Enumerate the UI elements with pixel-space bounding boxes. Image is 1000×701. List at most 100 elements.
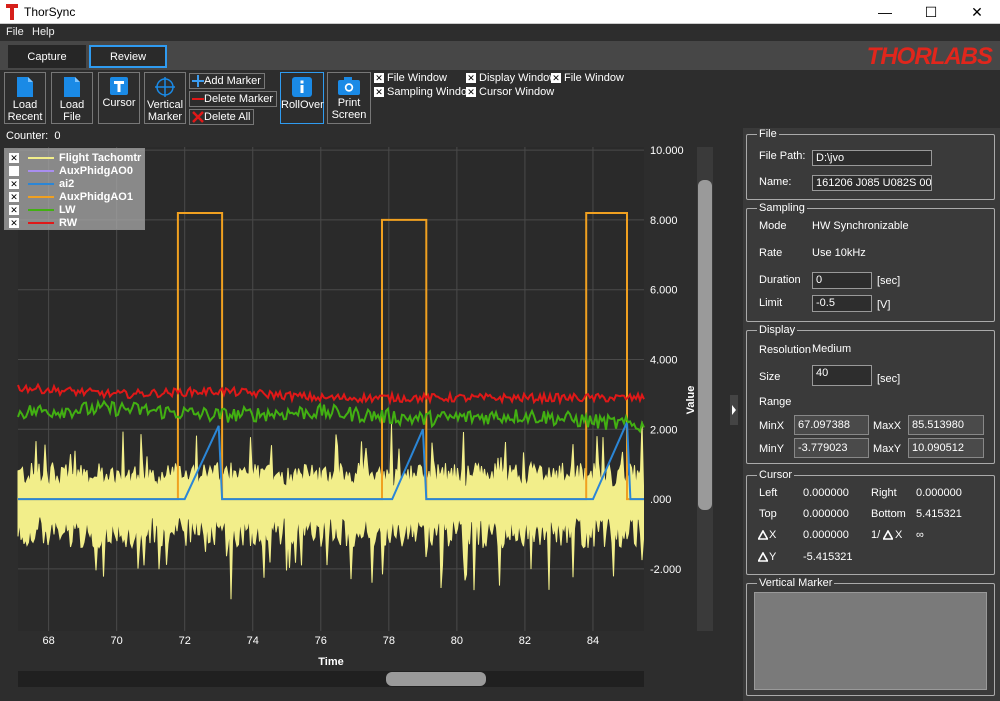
checkbox-checked-icon: ✕ bbox=[374, 73, 384, 83]
legend-item[interactable]: ✕ Flight Tachomtr bbox=[9, 151, 141, 164]
delta-icon bbox=[758, 552, 768, 562]
rollover-button[interactable]: RollOver bbox=[280, 72, 324, 124]
document-icon bbox=[64, 77, 80, 97]
tab-capture[interactable]: Capture bbox=[8, 45, 86, 68]
load-file-button[interactable]: Load File bbox=[51, 72, 93, 124]
minimize-button[interactable]: — bbox=[862, 0, 908, 24]
crosshair-icon bbox=[155, 77, 175, 97]
cursor-right-value: 0.000000 bbox=[916, 487, 962, 499]
delta-icon bbox=[758, 530, 768, 540]
y-tick-label: 8.000 bbox=[650, 215, 678, 227]
file-path-field[interactable]: D:\jvo bbox=[812, 150, 932, 166]
checkbox-checked-icon: ✕ bbox=[374, 87, 384, 97]
cursor-window-checkbox[interactable]: ✕ Cursor Window bbox=[466, 86, 554, 98]
brand-logo: THORLABS bbox=[866, 43, 993, 70]
load-recent-button[interactable]: Load Recent bbox=[4, 72, 46, 124]
x-axis-label: Time bbox=[318, 656, 343, 668]
display-group: Display Resolution Medium Size 40 [sec] … bbox=[746, 324, 995, 464]
minx-field[interactable]: 67.097388 bbox=[794, 415, 869, 435]
y-tick-label: .000 bbox=[650, 494, 671, 506]
y-tick-label: 10.000 bbox=[650, 145, 684, 157]
cursor-button[interactable]: Cursor bbox=[98, 72, 140, 124]
title-bar: ThorSync — ☐ ✕ bbox=[0, 0, 1000, 24]
sampling-group: Sampling Mode HW Synchronizable Rate Use… bbox=[746, 202, 995, 322]
checkbox-checked-icon[interactable]: ✕ bbox=[9, 152, 19, 163]
legend-item[interactable]: ✕ RW bbox=[9, 216, 77, 229]
tab-strip: Capture Review THORLABS bbox=[0, 41, 1000, 70]
close-button[interactable]: ✕ bbox=[954, 0, 1000, 24]
legend-item[interactable]: AuxPhidgAO0 bbox=[9, 164, 133, 177]
maximize-button[interactable]: ☐ bbox=[908, 0, 954, 24]
legend-item[interactable]: ✕ AuxPhidgAO1 bbox=[9, 190, 133, 203]
file-window-2-checkbox[interactable]: ✕ File Window bbox=[551, 72, 624, 84]
vertical-marker-list[interactable] bbox=[754, 592, 987, 690]
y-tick-label: -2.000 bbox=[650, 564, 681, 576]
miny-field[interactable]: -3.779023 bbox=[794, 438, 869, 458]
menu-bar: File Help bbox=[0, 24, 1000, 41]
minus-icon bbox=[192, 98, 204, 100]
rate-value: Use 10kHz bbox=[812, 247, 866, 259]
vertical-marker-button[interactable]: Vertical Marker bbox=[144, 72, 186, 124]
cursor-bottom-value: 5.415321 bbox=[916, 508, 962, 520]
camera-icon bbox=[338, 77, 360, 95]
cursor-top-value: 0.000000 bbox=[803, 508, 849, 520]
maxx-field[interactable]: 85.513980 bbox=[908, 415, 984, 435]
x-tick-label: 78 bbox=[383, 635, 395, 647]
x-tick-label: 72 bbox=[179, 635, 191, 647]
x-tick-label: 80 bbox=[451, 635, 463, 647]
maxy-field[interactable]: 10.090512 bbox=[908, 438, 984, 458]
x-tick-label: 74 bbox=[247, 635, 259, 647]
size-field[interactable]: 40 bbox=[812, 365, 872, 386]
checkbox-checked-icon: ✕ bbox=[466, 87, 476, 97]
document-icon bbox=[17, 77, 33, 97]
menu-help[interactable]: Help bbox=[32, 26, 55, 38]
vertical-scrollbar-thumb[interactable] bbox=[698, 180, 712, 510]
tab-review[interactable]: Review bbox=[89, 45, 167, 68]
x-tick-label: 70 bbox=[111, 635, 123, 647]
legend-item[interactable]: ✕ ai2 bbox=[9, 177, 74, 190]
cursor-group: Cursor Left 0.000000 Right 0.000000 Top … bbox=[746, 469, 995, 575]
info-icon bbox=[292, 77, 312, 97]
right-panel: File File Path: D:\jvo Name: 161206 J085… bbox=[743, 128, 1000, 701]
plus-icon bbox=[192, 75, 204, 87]
x-tick-label: 76 bbox=[315, 635, 327, 647]
y-tick-label: 4.000 bbox=[650, 355, 678, 367]
delete-marker-button[interactable]: Delete Marker bbox=[189, 91, 278, 107]
file-name-field[interactable]: 161206 J085 U082S 0024 bbox=[812, 175, 932, 191]
file-group: File File Path: D:\jvo Name: 161206 J085… bbox=[746, 128, 995, 200]
vertical-marker-group: Vertical Marker bbox=[746, 577, 995, 696]
chart-legend: ✕ Flight Tachomtr AuxPhidgAO0 ✕ ai2 ✕ AuxPh… bbox=[4, 148, 145, 230]
cursor-dy-value: -5.415321 bbox=[803, 551, 853, 563]
cursor-icon bbox=[110, 77, 128, 95]
print-screen-button[interactable]: Print Screen bbox=[327, 72, 371, 124]
add-marker-button[interactable]: Add Marker bbox=[189, 73, 265, 89]
menu-file[interactable]: File bbox=[6, 26, 24, 38]
checkbox-checked-icon: ✕ bbox=[466, 73, 476, 83]
x-tick-label: 84 bbox=[587, 635, 599, 647]
cursor-dx-value: 0.000000 bbox=[803, 529, 849, 541]
checkbox-unchecked-icon[interactable] bbox=[9, 165, 19, 176]
horizontal-scrollbar[interactable] bbox=[18, 671, 644, 687]
checkbox-checked-icon[interactable]: ✕ bbox=[9, 204, 19, 215]
cursor-inv-dx-value: ∞ bbox=[916, 529, 924, 541]
checkbox-checked-icon[interactable]: ✕ bbox=[9, 191, 19, 202]
delta-icon bbox=[883, 530, 893, 540]
limit-field[interactable]: -0.5 bbox=[812, 295, 872, 312]
checkbox-checked-icon[interactable]: ✕ bbox=[9, 217, 19, 228]
checkbox-checked-icon: ✕ bbox=[551, 73, 561, 83]
resolution-value: Medium bbox=[812, 343, 852, 355]
horizontal-scrollbar-thumb[interactable] bbox=[386, 672, 486, 686]
legend-item[interactable]: ✕ LW bbox=[9, 203, 76, 216]
y-axis-label: Value bbox=[685, 386, 697, 415]
checkbox-checked-icon[interactable]: ✕ bbox=[9, 178, 19, 189]
delete-all-button[interactable]: Delete All bbox=[189, 109, 255, 125]
duration-field[interactable]: 0 bbox=[812, 272, 872, 289]
cursor-left-value: 0.000000 bbox=[803, 487, 849, 499]
window-title: ThorSync bbox=[24, 5, 76, 19]
sampling-window-checkbox[interactable]: ✕ Sampling Window bbox=[374, 86, 475, 98]
file-window-checkbox[interactable]: ✕ File Window bbox=[374, 72, 447, 84]
display-window-checkbox[interactable]: ✕ Display Window bbox=[466, 72, 557, 84]
x-tick-label: 82 bbox=[519, 635, 531, 647]
y-tick-label: 2.000 bbox=[650, 424, 678, 436]
y-tick-label: 6.000 bbox=[650, 285, 678, 297]
